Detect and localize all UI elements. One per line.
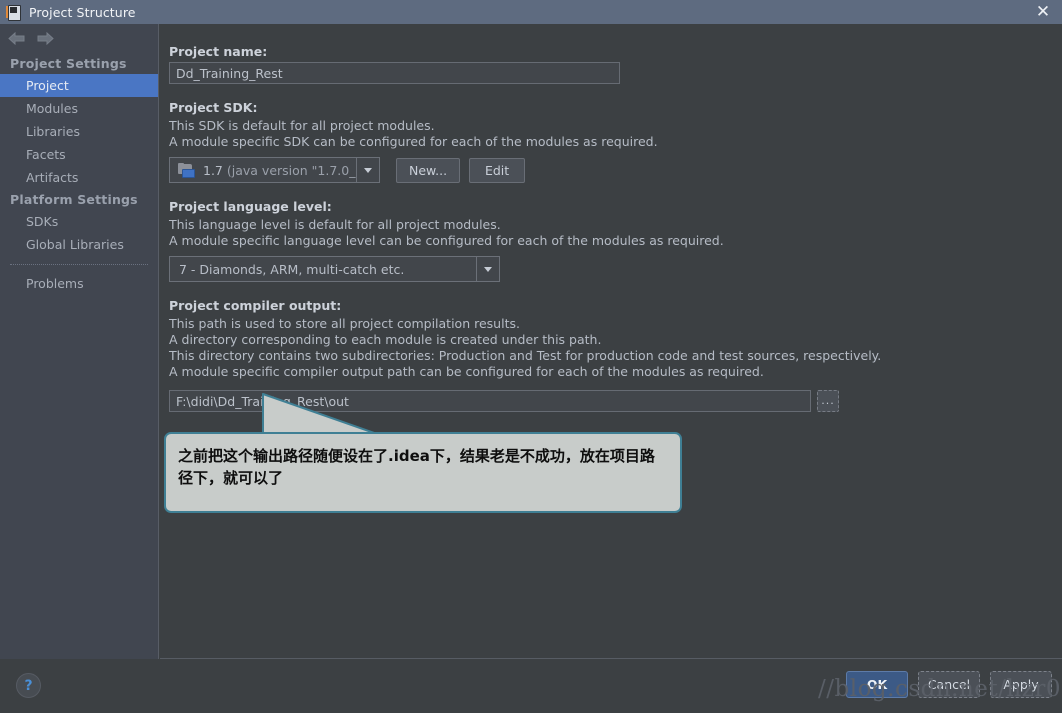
ok-button[interactable]: OK <box>846 671 908 698</box>
sidebar-group-header: Project Settings <box>10 56 127 71</box>
sidebar-item-problems[interactable]: Problems <box>0 272 158 295</box>
compiler-output-desc-1: This path is used to store all project c… <box>169 316 520 331</box>
cancel-button[interactable]: Cancel <box>918 671 980 698</box>
chevron-down-icon[interactable] <box>476 257 499 281</box>
project-name-input[interactable] <box>169 62 620 84</box>
sidebar-item-modules[interactable]: Modules <box>0 97 158 120</box>
sidebar-divider <box>10 264 148 266</box>
settings-panel: Project name: Project SDK: This SDK is d… <box>160 24 1062 659</box>
sidebar-group-project-settings: Project Settings Project Modules Librari… <box>0 53 158 189</box>
help-icon[interactable]: ? <box>16 673 41 698</box>
sidebar-item-sdks[interactable]: SDKs <box>0 210 158 233</box>
compiler-output-path-input[interactable] <box>169 390 811 412</box>
arrow-left-icon[interactable] <box>8 32 25 45</box>
compiler-output-row: ... <box>169 390 1062 412</box>
intellij-idea-icon <box>6 4 22 21</box>
sidebar-item-facets[interactable]: Facets <box>0 143 158 166</box>
browse-folder-button[interactable]: ... <box>817 390 839 412</box>
compiler-output-label: Project compiler output: <box>169 298 342 313</box>
project-sdk-combo[interactable]: 1.7 (java version "1.7.0_80") <box>169 157 380 183</box>
project-sdk-desc-2: A module specific SDK can be configured … <box>169 134 658 149</box>
sidebar-item-global-libraries[interactable]: Global Libraries <box>0 233 158 256</box>
window-title: Project Structure <box>29 4 136 20</box>
project-sdk-value: 1.7 (java version "1.7.0_80") <box>194 163 356 178</box>
language-level-value: 7 - Diamonds, ARM, multi-catch etc. <box>179 261 405 277</box>
language-level-desc-2: A module specific language level can be … <box>169 233 724 248</box>
compiler-output-desc-4: A module specific compiler output path c… <box>169 364 764 379</box>
dialog-action-buttons: OK Cancel Apply <box>846 671 1052 698</box>
project-sdk-label: Project SDK: <box>169 100 258 115</box>
project-name-label: Project name: <box>169 44 268 59</box>
project-sdk-row: 1.7 (java version "1.7.0_80") New... Edi… <box>169 157 1062 183</box>
compiler-output-desc-2: A directory corresponding to each module… <box>169 332 602 347</box>
sidebar-item-project[interactable]: Project <box>0 74 158 97</box>
language-level-combo[interactable]: 7 - Diamonds, ARM, multi-catch etc. <box>169 256 500 282</box>
sidebar-group-platform-settings: Platform Settings SDKs Global Libraries <box>0 189 158 256</box>
arrow-right-icon[interactable] <box>37 32 54 45</box>
chevron-down-icon[interactable] <box>356 158 379 182</box>
dialog-footer: ? OK Cancel Apply <box>0 659 1062 713</box>
sidebar-item-libraries[interactable]: Libraries <box>0 120 158 143</box>
language-level-desc-1: This language level is default for all p… <box>169 217 501 232</box>
project-sdk-detail: (java version "1.7.0_80") <box>226 162 356 178</box>
sidebar-group-header: Platform Settings <box>10 192 138 207</box>
compiler-output-desc-3: This directory contains two subdirectori… <box>169 348 882 363</box>
new-sdk-button[interactable]: New... <box>396 157 461 183</box>
apply-button[interactable]: Apply <box>990 671 1052 698</box>
window-titlebar: Project Structure ✕ <box>0 0 1062 25</box>
sidebar-item-artifacts[interactable]: Artifacts <box>0 166 158 189</box>
dialog-body: Project Settings Project Modules Librari… <box>0 24 1062 659</box>
sidebar: Project Settings Project Modules Librari… <box>0 24 159 659</box>
edit-sdk-button[interactable]: Edit <box>469 157 526 183</box>
java-sdk-folder-icon <box>178 163 195 178</box>
sidebar-nav-arrows <box>0 24 158 53</box>
project-sdk-desc-1: This SDK is default for all project modu… <box>169 118 435 133</box>
project-sdk-version: 1.7 <box>203 162 223 178</box>
language-level-label: Project language level: <box>169 199 332 214</box>
close-icon[interactable]: ✕ <box>1032 1 1054 23</box>
